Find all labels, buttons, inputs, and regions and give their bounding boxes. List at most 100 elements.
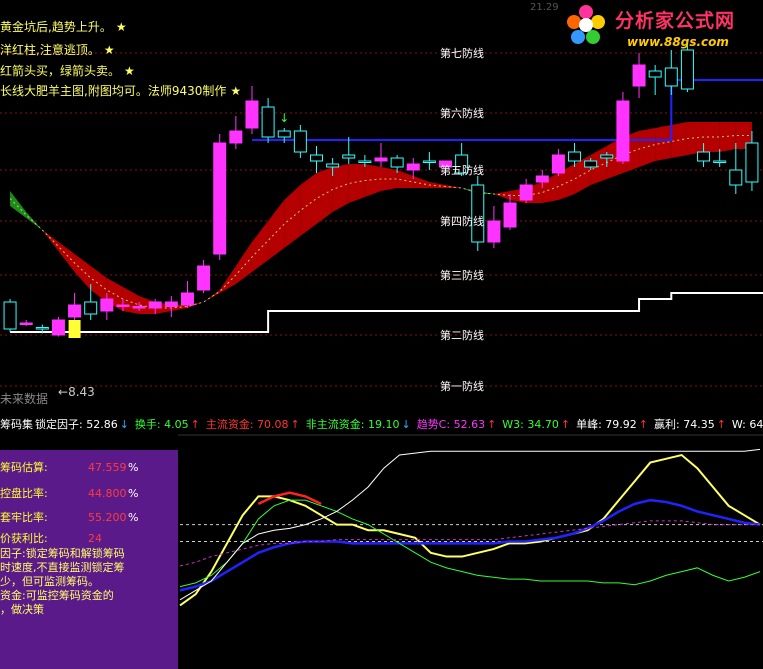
bull-candle: [406, 163, 420, 171]
bear-candle: [342, 154, 356, 159]
note-text: 黄金坑后,趋势上升。: [0, 20, 112, 34]
bull-candle: [229, 130, 243, 144]
bull-candle: [116, 304, 130, 307]
indicator-value: W3: 34.70: [502, 418, 559, 431]
bull-candle: [132, 306, 146, 309]
logo-url: www.88gs.com: [627, 35, 729, 49]
low-price-marker: ←8.43: [58, 385, 95, 399]
stat-label: 价获利比:: [0, 532, 48, 545]
defense-label: 第七防线: [440, 46, 484, 60]
yellow-signal-candle: [68, 320, 81, 338]
red-band-segment: [122, 287, 140, 314]
stat-value: 47.559: [88, 461, 127, 474]
stat-unit: %: [128, 461, 139, 474]
description-line: 少，但可监测筹码。: [0, 575, 99, 588]
defense-grid: [0, 52, 763, 387]
bear-candle: [293, 130, 307, 153]
sub-series-line: [179, 453, 761, 607]
note-1: 黄金坑后,趋势上升。 ★: [0, 18, 127, 35]
bear-candle: [713, 160, 727, 163]
bear-candle: [729, 169, 743, 186]
bear-candle: [358, 160, 372, 163]
note-text: 洋红柱,注意逃顶。: [0, 43, 100, 57]
red-band-segment: [58, 242, 75, 272]
green-arrow-icon: ↓: [279, 111, 289, 125]
trend-arrow-icon: ↓: [401, 418, 411, 431]
bull-candle: [551, 154, 565, 174]
red-band-segment: [268, 200, 285, 260]
bull-candle: [164, 301, 178, 307]
stat-value: 44.800: [88, 487, 127, 500]
bull-candle: [51, 319, 65, 336]
bull-candle: [100, 298, 114, 312]
bull-candle: [535, 175, 549, 183]
bear-candle: [697, 151, 711, 162]
defense-label: 第四防线: [440, 214, 484, 228]
description-line: 时速度,不直接监测锁定筹: [0, 561, 125, 574]
green-band-segment: [10, 191, 27, 218]
bull-candle: [213, 142, 227, 255]
star-icon: ★: [103, 43, 115, 57]
bear-candle: [680, 49, 694, 90]
bear-candle: [309, 154, 323, 162]
indicator-value: 趋势C: 52.63: [416, 418, 486, 431]
red-band-segment: [316, 167, 333, 224]
note-text: 红箭头买，绿箭头卖。: [0, 64, 121, 78]
stat-value: 55.200: [88, 511, 127, 524]
red-band-segment: [235, 242, 252, 284]
bull-candle: [245, 100, 259, 129]
indicator-value: W: 64.: [731, 418, 763, 431]
bull-candle: [519, 184, 533, 201]
star-icon: ★: [115, 20, 127, 34]
bull-candle: [487, 220, 501, 243]
arrow-left-icon: ←: [58, 385, 69, 399]
bear-candle: [35, 327, 49, 330]
note-3: 红箭头买，绿箭头卖。 ★: [0, 62, 135, 79]
bull-candle: [503, 202, 517, 228]
low-price-value: 8.43: [68, 385, 95, 399]
red-band-segment: [687, 122, 704, 155]
indicator-value: 单峰: 79.92: [576, 418, 637, 431]
stat-row: 套牢比率: 55.200 %: [0, 510, 178, 526]
bear-candle: [390, 157, 404, 168]
trend-arrow-icon: ↑: [290, 418, 300, 431]
future-data-label: 未来数据: [0, 392, 49, 406]
defense-label: 第六防线: [440, 106, 484, 120]
bear-candle: [326, 163, 340, 168]
bear-candle: [422, 160, 436, 163]
red-band-segment: [42, 230, 59, 251]
top-price-label: 21.29: [530, 2, 559, 13]
indicator-value: 赢利: 74.35: [654, 418, 715, 431]
red-band-segment: [364, 164, 381, 197]
bull-candle: [197, 265, 211, 291]
stock-chart-window: ↓ 第七防线 第六防线 第五防线 第四防线 第三防线 第二防线 第一防线 黄金坑后,趋势上升…: [0, 0, 763, 669]
red-band-segment: [671, 122, 688, 158]
star-icon: ★: [230, 84, 242, 98]
bull-candle: [68, 304, 82, 318]
stat-value: 24: [88, 532, 102, 545]
trend-arrow-icon: ↑: [190, 418, 200, 431]
bear-candle: [84, 301, 98, 315]
stat-unit: %: [128, 511, 139, 524]
note-2: 洋红柱,注意逃顶。 ★: [0, 41, 115, 58]
defense-label: 第五防线: [440, 163, 484, 177]
trend-arrow-icon: ↓: [119, 418, 129, 431]
bull-candle: [180, 292, 194, 306]
stat-row: 筹码估算: 47.559 %: [0, 460, 178, 476]
note-4: 长线大肥羊主图,附图均可。法师9430制作 ★: [0, 82, 241, 99]
red-band-segment: [251, 221, 269, 272]
indicator-value: 主流资金: 70.08: [205, 418, 289, 431]
indicator-value: 锁定因子: 52.86: [35, 418, 118, 431]
bear-candle: [3, 301, 17, 330]
bull-candle: [616, 100, 630, 162]
bear-candle: [745, 142, 759, 183]
defense-label: 第二防线: [440, 328, 484, 342]
bear-candle: [471, 184, 485, 243]
site-logo: 分析家公式网 www.88gs.com: [565, 2, 761, 52]
bear-candle: [648, 70, 662, 78]
trend-arrow-icon: ↑: [716, 418, 726, 431]
note-text: 长线大肥羊主图,附图均可。法师9430制作: [0, 84, 227, 98]
stat-label: 筹码估算:: [0, 461, 48, 474]
red-band-segment: [332, 164, 349, 212]
stat-label: 控盘比率:: [0, 487, 48, 500]
